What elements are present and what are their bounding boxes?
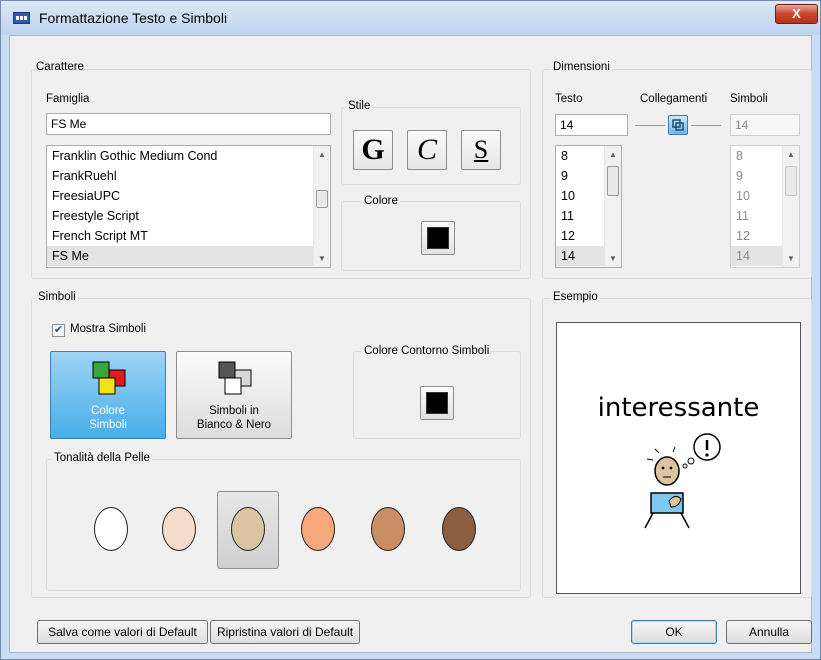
color-symbols-button[interactable]: Colore Simboli: [50, 351, 166, 439]
colore-label: Colore: [362, 195, 400, 207]
title-bar: Formattazione Testo e Simboli X: [1, 1, 820, 35]
mostra-simboli-checkbox[interactable]: ✔: [52, 324, 65, 337]
skin-tone-swatch: [94, 507, 128, 551]
cancel-button[interactable]: Annulla: [726, 620, 812, 644]
color-swatch: [427, 227, 449, 249]
list-item[interactable]: FreesiaUPC: [47, 186, 330, 206]
bold-button[interactable]: G: [353, 130, 393, 170]
font-family-input[interactable]: FS Me: [46, 113, 331, 135]
app-icon: [13, 12, 30, 24]
window-title: Formattazione Testo e Simboli: [39, 10, 228, 26]
link-line-left: [635, 125, 665, 126]
skin-tone-option[interactable]: [148, 491, 210, 569]
text-color-button[interactable]: [421, 221, 455, 255]
list-item[interactable]: Freestyle Script: [47, 206, 330, 226]
chain-link-icon: [672, 119, 684, 131]
symbol-size-scrollbar: ▲ ▼: [782, 146, 799, 267]
preview-box: interessante: [556, 322, 801, 594]
scroll-down-icon[interactable]: ▼: [605, 250, 621, 267]
text-size-input[interactable]: 14: [555, 114, 628, 136]
color-symbols-icon: [92, 361, 126, 395]
famiglia-label: Famiglia: [46, 93, 90, 105]
font-family-list[interactable]: Franklin Gothic Medium Cond FrankRuehl F…: [46, 145, 331, 268]
caption-line: Simboli in: [209, 405, 259, 417]
skin-tone-swatch: [301, 507, 335, 551]
skin-tone-swatch: [162, 507, 196, 551]
font-list-items: Franklin Gothic Medium Cond FrankRuehl F…: [47, 146, 330, 266]
caption-line: Colore: [91, 405, 125, 417]
mostra-simboli-label: Mostra Simboli: [70, 323, 147, 335]
skin-tone-swatch: [371, 507, 405, 551]
italic-button[interactable]: C: [407, 130, 447, 170]
link-sizes-button[interactable]: [668, 115, 688, 135]
collegamenti-label: Collegamenti: [640, 93, 708, 105]
dialog-window: Formattazione Testo e Simboli X Caratter…: [0, 0, 821, 660]
simboli-group-label: Simboli: [36, 291, 78, 303]
scroll-down-icon[interactable]: ▼: [314, 250, 330, 267]
thinking-person-symbol-icon: [644, 433, 721, 529]
skin-tone-option[interactable]: [80, 491, 142, 569]
stile-label: Stile: [346, 100, 373, 112]
list-item-selected[interactable]: FS Me: [47, 246, 330, 266]
underline-button[interactable]: S: [461, 130, 501, 170]
outline-color-button[interactable]: [420, 386, 454, 420]
esempio-group-label: Esempio: [551, 291, 600, 303]
list-item[interactable]: French Script MT: [47, 226, 330, 246]
color-swatch: [426, 392, 448, 414]
scroll-down-icon: ▼: [787, 254, 795, 263]
skin-tone-swatch: [231, 507, 265, 551]
caption-line: Simboli: [89, 419, 127, 431]
tonalita-label: Tonalità della Pelle: [52, 452, 152, 464]
restore-default-button[interactable]: Ripristina valori di Default: [210, 620, 360, 644]
preview-word: interessante: [597, 393, 760, 423]
caption-line: Bianco & Nero: [196, 419, 272, 431]
text-size-scrollbar[interactable]: ▲ ▼: [604, 146, 621, 267]
close-button[interactable]: X: [775, 4, 818, 24]
save-default-button[interactable]: Salva come valori di Default: [37, 620, 208, 644]
contorno-label: Colore Contorno Simboli: [362, 345, 492, 357]
scroll-thumb[interactable]: [607, 166, 619, 196]
symbol-size-input: 14: [730, 114, 800, 136]
link-line-right: [691, 125, 721, 126]
symbol-size-list: 8 9 10 11 12 14 ▲ ▼: [730, 145, 800, 268]
skin-tone-option[interactable]: [357, 491, 419, 569]
color-symbols-caption: Colore Simboli: [51, 404, 165, 432]
skin-tone-option[interactable]: [287, 491, 349, 569]
bw-symbols-icon: [218, 361, 252, 395]
text-size-list[interactable]: 8 9 10 11 12 14 ▲ ▼: [555, 145, 622, 268]
carattere-group-label: Carattere: [36, 61, 84, 73]
scroll-thumb: [785, 166, 797, 196]
dimensioni-group-label: Dimensioni: [551, 61, 612, 73]
skin-tone-option[interactable]: [428, 491, 490, 569]
dialog-client: Carattere Famiglia FS Me Franklin Gothic…: [9, 35, 812, 653]
ok-button[interactable]: OK: [631, 620, 717, 644]
font-list-scrollbar[interactable]: ▲ ▼: [313, 146, 330, 267]
bw-symbols-button[interactable]: Simboli in Bianco & Nero: [176, 351, 292, 439]
skin-tone-option-selected[interactable]: [217, 491, 279, 569]
scroll-thumb[interactable]: [316, 190, 328, 208]
bw-symbols-caption: Simboli in Bianco & Nero: [177, 404, 291, 432]
list-item[interactable]: Franklin Gothic Medium Cond: [47, 146, 330, 166]
scroll-up-icon[interactable]: ▲: [605, 146, 621, 163]
skin-tone-swatch: [442, 507, 476, 551]
scroll-up-icon: ▲: [787, 150, 795, 159]
list-item[interactable]: FrankRuehl: [47, 166, 330, 186]
simboli-size-label: Simboli: [730, 93, 768, 105]
scroll-up-icon[interactable]: ▲: [314, 146, 330, 163]
testo-size-label: Testo: [555, 93, 583, 105]
